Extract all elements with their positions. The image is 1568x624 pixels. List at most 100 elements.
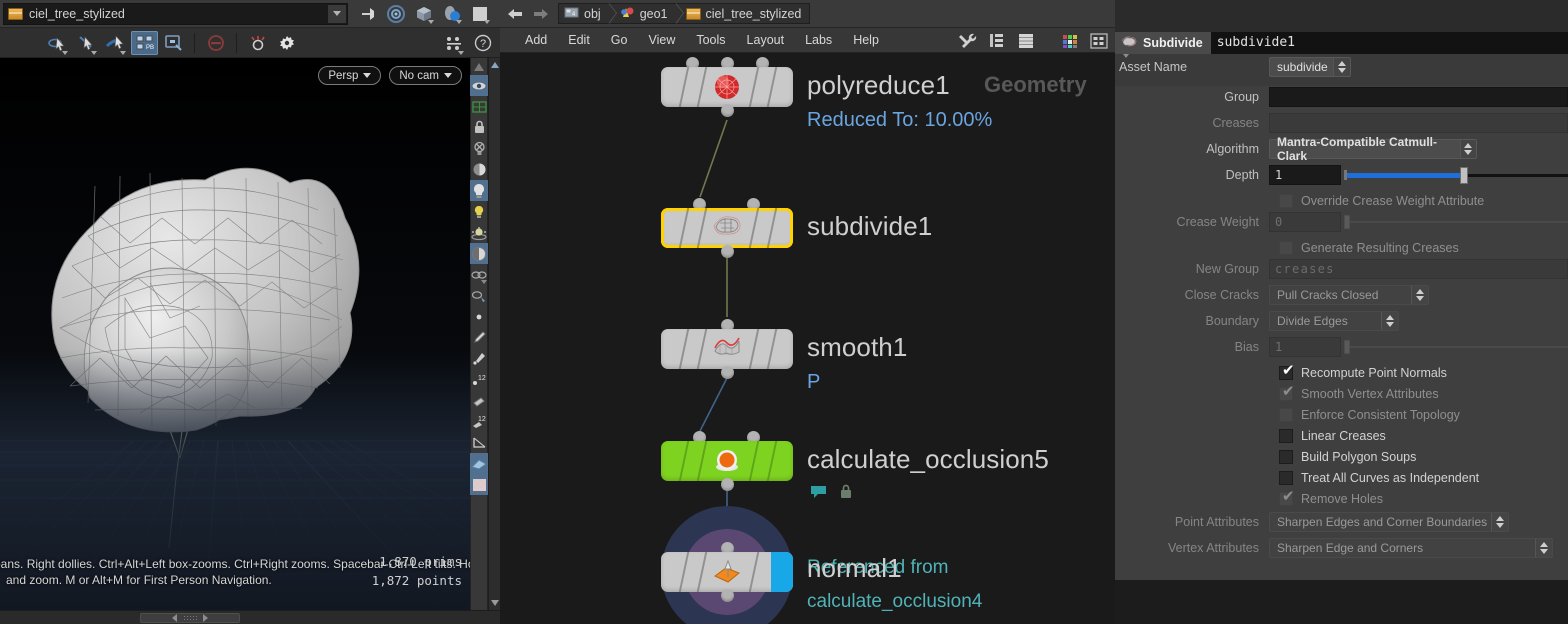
algorithm-dropdown[interactable]: Mantra-Compatible Catmull-Clark	[1269, 135, 1477, 163]
param-row-generate-resulting-creases[interactable]: Generate Resulting Creases	[1115, 237, 1568, 258]
bias-slider[interactable]	[1344, 337, 1568, 357]
viewport-vertical-scrollbar[interactable]	[488, 58, 500, 610]
eye-icon[interactable]	[470, 75, 488, 96]
param-row-linear-creases[interactable]: Linear Creases	[1115, 425, 1568, 446]
node-output-dot[interactable]	[721, 245, 734, 258]
angle-icon[interactable]	[470, 432, 488, 453]
list-icon[interactable]	[1016, 32, 1036, 50]
viewport-horizontal-scrollbar[interactable]	[0, 610, 500, 624]
paint-ghost-icon[interactable]	[470, 285, 488, 306]
help-icon[interactable]: ?	[469, 31, 496, 55]
spinner-icon[interactable]	[1411, 286, 1428, 304]
menu-help[interactable]: Help	[844, 30, 888, 50]
node-subdivide1[interactable]: subdivide1	[661, 198, 932, 258]
spinner-icon[interactable]	[1535, 539, 1552, 557]
no-entry-icon[interactable]	[202, 31, 229, 55]
strip-scroll-up-icon[interactable]	[470, 59, 488, 75]
node-output-dot[interactable]	[721, 478, 734, 491]
hscroll-thumb[interactable]	[140, 612, 240, 623]
depth-input[interactable]: 1	[1269, 165, 1341, 185]
group-input[interactable]	[1269, 87, 1568, 107]
breadcrumb-item-obj[interactable]: 4 obj	[559, 3, 617, 24]
grid-display-icon[interactable]	[470, 96, 488, 117]
hierarchy-icon[interactable]	[987, 32, 1007, 50]
network-canvas[interactable]: Geometry polyreduce1 Reduced To: 10.00%	[500, 53, 1115, 624]
scroll-right-icon[interactable]	[203, 613, 208, 622]
menu-edit[interactable]: Edit	[559, 30, 599, 50]
param-row-remove-holes[interactable]: ✔ Remove Holes	[1115, 488, 1568, 509]
node-body[interactable]	[661, 67, 793, 107]
scroll-down-icon[interactable]	[491, 600, 499, 606]
brush-icon[interactable]	[470, 327, 488, 348]
enforce-consistent-topology-checkbox[interactable]	[1279, 407, 1293, 422]
build-polygon-soups-checkbox[interactable]	[1279, 449, 1293, 464]
menu-labs[interactable]: Labs	[796, 30, 841, 50]
param-row-recompute-point-normals[interactable]: ✔ Recompute Point Normals	[1115, 362, 1568, 383]
lock-icon[interactable]	[470, 117, 488, 138]
handle-tool-icon[interactable]	[73, 31, 100, 55]
breadcrumb-item-ciel-tree-stylized[interactable]: ciel_tree_stylized	[676, 3, 810, 24]
spinner-icon[interactable]	[1381, 312, 1398, 330]
node-output-dot[interactable]	[721, 104, 734, 117]
param-row-smooth-vertex-attributes[interactable]: ✔ Smooth Vertex Attributes	[1115, 383, 1568, 404]
node-output-dot[interactable]	[721, 589, 734, 602]
pin-icon[interactable]	[358, 4, 378, 24]
point-attributes-dropdown[interactable]: Sharpen Edges and Corner Boundaries	[1269, 512, 1509, 532]
lock-icon[interactable]	[839, 484, 852, 499]
gear-icon[interactable]	[273, 31, 300, 55]
checker-icon[interactable]	[470, 474, 488, 495]
select-object-icon[interactable]	[44, 31, 71, 55]
node-body[interactable]	[661, 329, 793, 369]
scroll-up-icon[interactable]	[491, 62, 499, 68]
bias-input[interactable]: 1	[1269, 337, 1341, 357]
node-normal1[interactable]: normal1	[661, 506, 902, 624]
close-cracks-dropdown[interactable]: Pull Cracks Closed	[1269, 285, 1429, 305]
display-flag-icon[interactable]	[771, 552, 793, 592]
treat-all-curves-as-independent-checkbox[interactable]	[1279, 470, 1293, 485]
new-group-input[interactable]: creases	[1269, 259, 1568, 279]
viewport-projection-dropdown[interactable]: Persp	[318, 66, 382, 85]
hscroll-track[interactable]	[0, 611, 500, 624]
material-palette-icon[interactable]	[442, 4, 462, 24]
override-crease-weight-checkbox[interactable]	[1279, 193, 1293, 208]
menu-go[interactable]: Go	[602, 30, 637, 50]
blank-swatch-icon[interactable]	[470, 4, 490, 24]
menu-add[interactable]: Add	[516, 30, 556, 50]
generate-resulting-creases-checkbox[interactable]	[1279, 240, 1293, 255]
smooth-vertex-attributes-checkbox[interactable]: ✔	[1279, 384, 1295, 401]
crease-weight-input[interactable]: 0	[1269, 212, 1341, 232]
material-sphere-icon[interactable]	[470, 243, 488, 264]
linear-creases-checkbox[interactable]	[1279, 428, 1293, 443]
parameter-node-name-field[interactable]: subdivide1	[1210, 31, 1568, 54]
node-polyreduce1[interactable]: polyreduce1 Reduced To: 10.00%	[661, 57, 992, 131]
slider-knob[interactable]	[1460, 166, 1468, 184]
boundary-dropdown[interactable]: Divide Edges	[1269, 311, 1399, 331]
spinner-icon[interactable]	[1459, 140, 1476, 158]
numbered-prims-icon[interactable]: 12	[470, 411, 488, 432]
3d-viewport[interactable]: Persp No cam pans. Right dollies. Ctrl+A…	[0, 58, 470, 610]
param-row-override-crease-weight[interactable]: Override Crease Weight Attribute	[1115, 190, 1568, 211]
crease-weight-slider[interactable]	[1344, 212, 1568, 232]
align-icon[interactable]	[440, 31, 467, 55]
no-light-icon[interactable]	[470, 138, 488, 159]
menu-view[interactable]: View	[639, 30, 684, 50]
param-row-build-polygon-soups[interactable]: Build Polygon Soups	[1115, 446, 1568, 467]
target-icon[interactable]	[386, 4, 406, 24]
tools-icon[interactable]	[958, 32, 978, 50]
breadcrumb-item-geo1[interactable]: geo1	[609, 3, 684, 24]
view-select-icon[interactable]	[160, 31, 187, 55]
ghost-icon[interactable]	[470, 264, 488, 285]
move-tool-icon[interactable]	[102, 31, 129, 55]
comment-icon[interactable]	[810, 485, 827, 498]
node-body[interactable]	[661, 552, 793, 592]
param-row-treat-all-curves-as-independent[interactable]: Treat All Curves as Independent	[1115, 467, 1568, 488]
path-dropdown-button[interactable]	[328, 4, 346, 23]
display-options-icon[interactable]	[1089, 32, 1109, 50]
lightbulb-on-icon[interactable]	[470, 180, 488, 201]
viewport-camera-dropdown[interactable]: No cam	[389, 66, 462, 85]
point-light-icon[interactable]	[470, 201, 488, 222]
point-icon[interactable]	[470, 306, 488, 327]
numbered-points-icon[interactable]: 12	[470, 369, 488, 390]
snapping-icon[interactable]: PB	[131, 30, 158, 55]
slider-knob[interactable]	[1344, 340, 1350, 354]
